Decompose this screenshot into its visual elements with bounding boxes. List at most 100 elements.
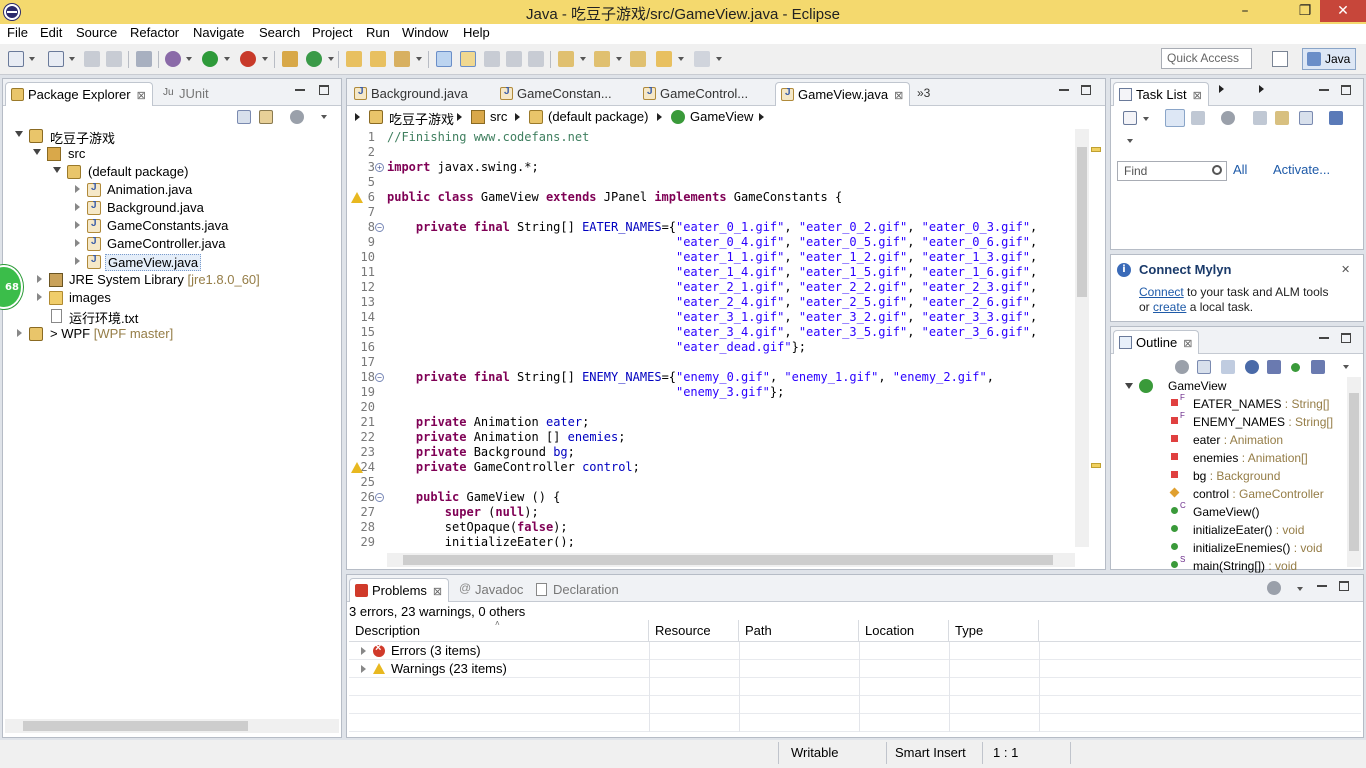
- expand-icon[interactable]: [75, 185, 80, 193]
- block-selection-icon[interactable]: [484, 51, 500, 67]
- column-location[interactable]: Location: [859, 620, 949, 642]
- external-tools-dropdown-icon[interactable]: [262, 57, 268, 61]
- task-find-input[interactable]: Find: [1117, 161, 1227, 181]
- show-ui-legend-icon[interactable]: [1329, 111, 1343, 125]
- all-tasks-link[interactable]: All: [1233, 162, 1247, 177]
- create-link[interactable]: create: [1153, 300, 1186, 314]
- open-perspective-icon[interactable]: [1272, 51, 1288, 67]
- new-java-class-dropdown-icon[interactable]: [328, 57, 334, 61]
- tab-gamecontroller-java[interactable]: GameControl...: [638, 82, 748, 106]
- breadcrumb-arrow-icon[interactable]: [355, 113, 360, 121]
- menu-navigate[interactable]: Navigate: [193, 25, 244, 40]
- table-row[interactable]: Errors (3 items): [349, 642, 1361, 660]
- expand-icon[interactable]: [37, 275, 42, 283]
- menu-search[interactable]: Search: [259, 25, 300, 40]
- expand-icon[interactable]: [53, 167, 61, 173]
- hide-static-icon[interactable]: [1267, 360, 1281, 374]
- expand-icon[interactable]: [15, 131, 23, 137]
- close-button[interactable]: ✕: [1320, 0, 1366, 22]
- table-row[interactable]: Warnings (23 items): [349, 660, 1361, 678]
- scheduled-icon[interactable]: [1191, 111, 1205, 125]
- last-edit-location-icon[interactable]: [630, 51, 646, 67]
- maximize-view-icon[interactable]: [319, 85, 329, 95]
- external-tools-icon[interactable]: [240, 51, 256, 67]
- restore-button[interactable]: ❐: [1290, 0, 1320, 22]
- new-dropdown-icon[interactable]: [29, 57, 35, 61]
- menu-project[interactable]: Project: [312, 25, 352, 40]
- show-whitespace-icon[interactable]: [528, 51, 544, 67]
- tab-declaration[interactable]: Declaration: [531, 578, 619, 602]
- expand-icon[interactable]: [37, 293, 42, 301]
- back-icon[interactable]: [656, 51, 672, 67]
- new-file-icon[interactable]: [48, 51, 64, 67]
- word-wrap-icon[interactable]: [506, 51, 522, 67]
- warning-marker-icon[interactable]: [351, 462, 363, 473]
- new-file-dropdown-icon[interactable]: [69, 57, 75, 61]
- overview-warning-marker[interactable]: [1091, 147, 1101, 152]
- expand-icon[interactable]: [361, 647, 366, 655]
- collapse-all-icon[interactable]: [1299, 111, 1313, 125]
- menu-run[interactable]: Run: [366, 25, 390, 40]
- column-resource[interactable]: Resource: [649, 620, 739, 642]
- tab-junit[interactable]: Ju JUnit: [157, 82, 209, 106]
- breadcrumb-class[interactable]: GameView: [690, 109, 753, 124]
- open-type-icon[interactable]: [346, 51, 362, 67]
- maximize-view-icon[interactable]: [1341, 85, 1351, 95]
- breadcrumb-project[interactable]: 吃豆子游戏: [389, 109, 454, 128]
- quick-access-input[interactable]: Quick Access: [1161, 48, 1252, 69]
- breadcrumb-src[interactable]: src: [490, 109, 507, 124]
- tab-task-list[interactable]: Task List ⊠: [1113, 82, 1209, 106]
- hide-local-types-icon[interactable]: [1311, 360, 1325, 374]
- expand-icon[interactable]: [75, 203, 80, 211]
- menu-window[interactable]: Window: [402, 25, 448, 40]
- close-icon[interactable]: ✕: [1341, 263, 1350, 276]
- expand-fold-icon[interactable]: +: [375, 163, 384, 172]
- minimize-view-icon[interactable]: [1059, 85, 1069, 95]
- search-dropdown-icon[interactable]: [416, 57, 422, 61]
- new-java-class-icon[interactable]: [306, 51, 322, 67]
- connect-link[interactable]: Connect: [1139, 285, 1184, 299]
- maximize-view-icon[interactable]: [1341, 333, 1351, 343]
- tab-problems[interactable]: Problems ⊠: [349, 578, 450, 602]
- new-task-icon[interactable]: [1123, 111, 1137, 125]
- skip-breakpoints-icon[interactable]: [136, 51, 152, 67]
- tab-overflow[interactable]: »3: [913, 82, 930, 106]
- breadcrumb-arrow-icon[interactable]: [457, 113, 462, 121]
- debug-dropdown-icon[interactable]: [186, 57, 192, 61]
- menu-source[interactable]: Source: [76, 25, 117, 40]
- debug-icon[interactable]: [165, 51, 181, 67]
- back-dropdown-icon[interactable]: [678, 57, 684, 61]
- java-perspective-button[interactable]: Java: [1302, 48, 1356, 70]
- sort-icon[interactable]: [1221, 360, 1235, 374]
- close-tab-icon[interactable]: ⊠: [137, 89, 146, 102]
- breadcrumb-arrow-icon[interactable]: [657, 113, 662, 121]
- minimize-view-icon[interactable]: [295, 85, 305, 95]
- collapse-fold-icon[interactable]: −: [375, 373, 384, 382]
- menu-edit[interactable]: Edit: [40, 25, 62, 40]
- synchronize-icon[interactable]: [1175, 360, 1189, 374]
- new-java-package-icon[interactable]: [282, 51, 298, 67]
- next-annotation-dropdown-icon[interactable]: [580, 57, 586, 61]
- close-tab-icon[interactable]: ⊠: [894, 89, 903, 102]
- minimize-view-icon[interactable]: [1319, 333, 1329, 343]
- menu-refactor[interactable]: Refactor: [130, 25, 179, 40]
- collapse-all-icon[interactable]: [237, 110, 251, 124]
- view-menu-icon[interactable]: [1297, 587, 1303, 591]
- previous-annotation-icon[interactable]: [594, 51, 610, 67]
- column-path[interactable]: Path: [739, 620, 859, 642]
- menu-file[interactable]: File: [7, 25, 28, 40]
- categorized-icon[interactable]: [1165, 109, 1185, 127]
- save-all-icon[interactable]: [106, 51, 122, 67]
- editor-vertical-scrollbar[interactable]: [1075, 129, 1089, 547]
- code-editor[interactable]: 1//Finishing www.codefans.net 2 3 + import j…: [347, 129, 1079, 547]
- run-dropdown-icon[interactable]: [224, 57, 230, 61]
- tab-package-explorer[interactable]: Package Explorer ⊠: [5, 82, 153, 106]
- minimize-view-icon[interactable]: [1317, 581, 1327, 591]
- view-menu-icon[interactable]: [1127, 139, 1133, 143]
- toggle-highlight-icon[interactable]: [460, 51, 476, 67]
- toggle-mark-occurrences-icon[interactable]: [436, 51, 452, 67]
- scroll-thumb[interactable]: [1077, 147, 1087, 297]
- expand-icon[interactable]: [1125, 383, 1133, 389]
- link-with-editor-icon[interactable]: [259, 110, 273, 124]
- hide-completed-icon[interactable]: [1253, 111, 1267, 125]
